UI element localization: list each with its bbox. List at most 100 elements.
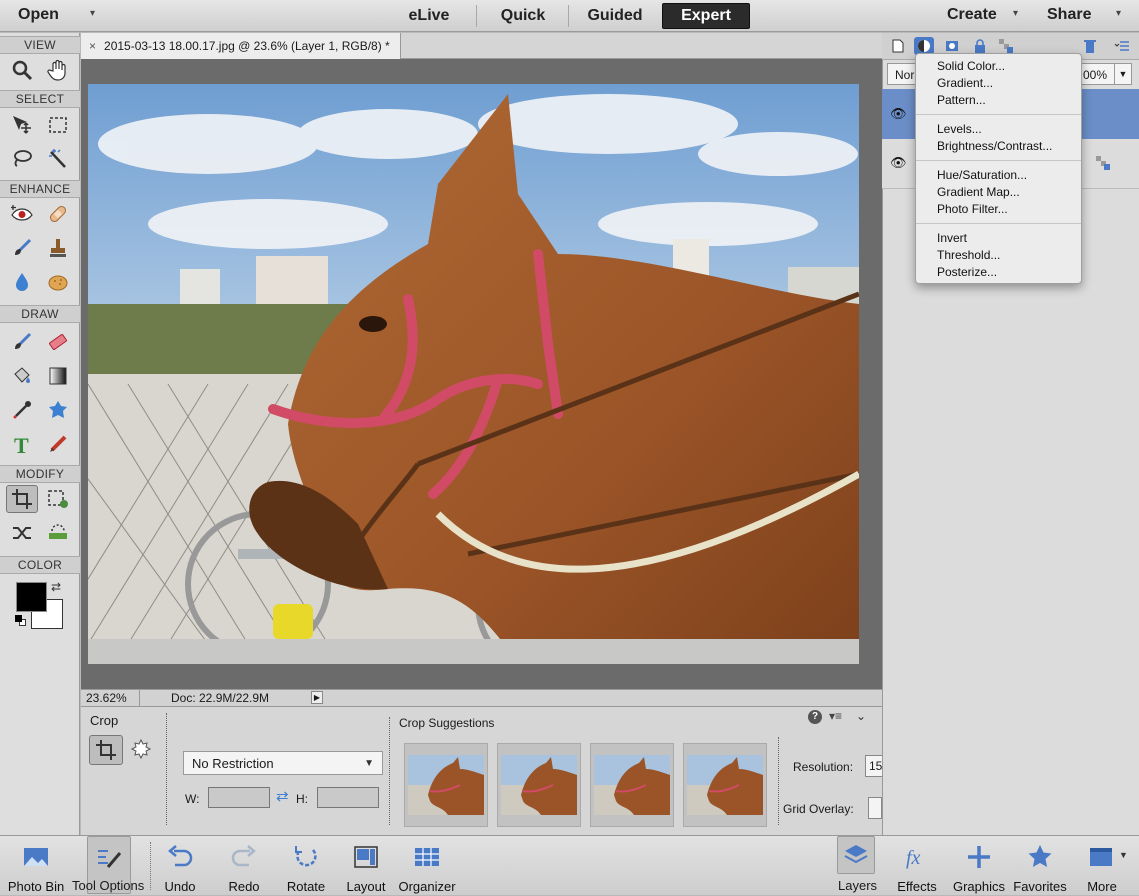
- clone-stamp-tool[interactable]: [42, 234, 74, 262]
- quick-selection-tool[interactable]: [42, 145, 74, 173]
- width-field[interactable]: [208, 787, 270, 808]
- create-dropdown-icon[interactable]: ▾: [1013, 8, 1018, 19]
- rotate-label: Rotate: [286, 879, 326, 894]
- marquee-tool[interactable]: [42, 111, 74, 139]
- mode-tab-quick[interactable]: Quick: [480, 3, 566, 29]
- status-menu-arrow-icon[interactable]: ▶: [311, 691, 323, 704]
- layers-toggle-button[interactable]: [837, 836, 875, 874]
- tool-options-label: Tool Options: [72, 878, 145, 893]
- content-aware-move-tool[interactable]: [6, 519, 38, 547]
- smart-brush-tool[interactable]: [6, 234, 38, 262]
- share-button[interactable]: Share: [1047, 6, 1091, 24]
- menu-item-hue-saturation[interactable]: Hue/Saturation...: [937, 168, 1027, 182]
- type-icon: T: [14, 433, 29, 456]
- zoom-tool[interactable]: [6, 56, 38, 84]
- svg-text:fx: fx: [906, 847, 921, 869]
- crop-suggestion-thumb[interactable]: [683, 743, 767, 827]
- favorites-button[interactable]: Favorites: [1012, 836, 1068, 896]
- aspect-ratio-select[interactable]: No Restriction ▼: [183, 751, 383, 775]
- menu-item-posterize[interactable]: Posterize...: [937, 265, 997, 279]
- mode-tab-elive[interactable]: eLive: [386, 3, 472, 29]
- menu-separator: [916, 160, 1081, 161]
- organizer-button[interactable]: Organizer: [397, 836, 457, 896]
- layout-button[interactable]: Layout: [342, 836, 390, 896]
- menu-item-brightness-contrast[interactable]: Brightness/Contrast...: [937, 139, 1052, 153]
- open-button[interactable]: Open: [18, 6, 59, 24]
- visibility-eye-icon[interactable]: 👁: [890, 155, 907, 171]
- recompose-tool[interactable]: [42, 485, 74, 513]
- crop-suggestion-thumb[interactable]: [590, 743, 674, 827]
- tool-options-icon: [98, 850, 122, 868]
- sponge-tool[interactable]: [42, 268, 74, 296]
- magnifier-icon: [12, 60, 33, 81]
- grid-overlay-select[interactable]: [868, 797, 882, 819]
- default-colors-icon[interactable]: [15, 615, 27, 627]
- effects-button[interactable]: fx Effects: [894, 836, 940, 896]
- eraser-tool[interactable]: [42, 328, 74, 356]
- menu-item-photo-filter[interactable]: Photo Filter...: [937, 202, 1008, 216]
- panel-menu-icon[interactable]: [1112, 37, 1132, 55]
- move-tool[interactable]: [6, 111, 38, 139]
- undo-button[interactable]: Undo: [158, 836, 202, 896]
- menu-item-pattern[interactable]: Pattern...: [937, 93, 986, 107]
- foreground-color-swatch[interactable]: [16, 582, 47, 612]
- paintbrush-icon: [15, 332, 32, 349]
- paint-bucket-tool[interactable]: [6, 362, 38, 390]
- crop-suggestion-thumb[interactable]: [497, 743, 581, 827]
- straighten-icon: [49, 524, 67, 539]
- open-dropdown-icon[interactable]: ▾: [90, 8, 95, 19]
- create-button[interactable]: Create: [947, 6, 997, 24]
- close-tab-icon[interactable]: ×: [89, 39, 96, 53]
- rotate-button[interactable]: Rotate: [280, 836, 332, 896]
- menu-item-levels[interactable]: Levels...: [937, 122, 982, 136]
- top-bar: Open ▾ eLive Quick Guided Expert Create …: [0, 0, 1139, 32]
- panel-menu-icon[interactable]: ▾≡: [829, 709, 842, 723]
- type-tool[interactable]: T: [6, 430, 38, 458]
- more-button[interactable]: More: [1080, 836, 1124, 896]
- mode-tab-expert[interactable]: Expert: [662, 3, 750, 29]
- section-enhance: ENHANCE: [0, 180, 80, 198]
- swap-colors-icon[interactable]: ⇄: [51, 580, 61, 594]
- visibility-eye-icon[interactable]: 👁: [890, 106, 907, 122]
- photo-image[interactable]: [88, 84, 859, 664]
- favorites-label: Favorites: [1013, 879, 1067, 894]
- cookie-cutter-button[interactable]: [125, 735, 157, 763]
- more-dropdown-icon[interactable]: ▼: [1119, 850, 1128, 860]
- menu-item-invert[interactable]: Invert: [937, 231, 967, 245]
- opacity-field[interactable]: 00% ▼: [1080, 63, 1132, 85]
- crop-suggestion-thumb[interactable]: [404, 743, 488, 827]
- new-layer-icon[interactable]: [888, 37, 908, 55]
- healing-brush-tool[interactable]: [42, 200, 74, 228]
- gradient-tool[interactable]: [42, 362, 74, 390]
- straighten-tool[interactable]: [42, 519, 74, 547]
- share-dropdown-icon[interactable]: ▾: [1116, 8, 1121, 19]
- custom-shape-tool[interactable]: [42, 396, 74, 424]
- collapse-options-icon[interactable]: ⌄: [856, 709, 866, 723]
- graphics-button[interactable]: Graphics: [950, 836, 1008, 896]
- lasso-tool[interactable]: [6, 145, 38, 173]
- height-field[interactable]: [317, 787, 379, 808]
- photo-bin-button[interactable]: Photo Bin: [4, 836, 68, 896]
- swap-dimensions-icon[interactable]: ⇄: [276, 787, 289, 805]
- eyedropper-icon: [13, 401, 31, 419]
- bandage-icon: [49, 205, 67, 223]
- menu-item-gradient-map[interactable]: Gradient Map...: [937, 185, 1020, 199]
- trash-icon[interactable]: [1080, 37, 1100, 55]
- menu-item-solid-color[interactable]: Solid Color...: [937, 59, 1005, 73]
- help-icon[interactable]: ?: [808, 710, 822, 724]
- brush-tool[interactable]: [6, 328, 38, 356]
- crop-tool[interactable]: [6, 485, 38, 513]
- eyedropper-tool[interactable]: [6, 396, 38, 424]
- pencil-tool[interactable]: [42, 430, 74, 458]
- hand-tool[interactable]: [42, 56, 74, 84]
- mode-tab-guided[interactable]: Guided: [572, 3, 658, 29]
- red-eye-tool[interactable]: [6, 200, 38, 228]
- move-icon: [13, 116, 31, 134]
- blend-mode-select[interactable]: Nor: [887, 63, 917, 85]
- document-tab[interactable]: × 2015-03-13 18.00.17.jpg @ 23.6% (Layer…: [81, 33, 401, 59]
- crop-option-button[interactable]: [89, 735, 123, 765]
- blur-tool[interactable]: [6, 268, 38, 296]
- menu-item-gradient[interactable]: Gradient...: [937, 76, 993, 90]
- redo-button[interactable]: Redo: [222, 836, 266, 896]
- menu-item-threshold[interactable]: Threshold...: [937, 248, 1000, 262]
